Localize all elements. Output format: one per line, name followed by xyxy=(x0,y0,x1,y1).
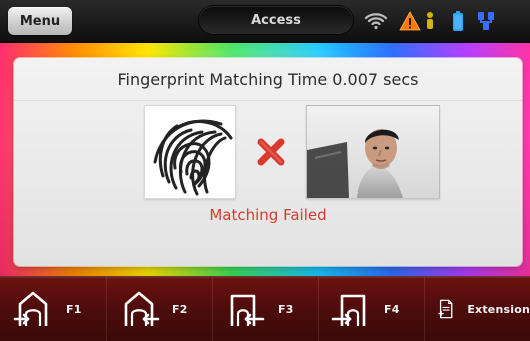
door-exit-icon xyxy=(230,294,265,326)
match-images-row xyxy=(14,105,522,202)
captured-photo xyxy=(306,105,440,199)
door-enter-icon xyxy=(331,294,366,326)
f3-label: F3 xyxy=(278,302,294,316)
extension-button[interactable]: Extension xyxy=(424,277,530,341)
matching-result-panel: Fingerprint Matching Time 0.007 secs Mat… xyxy=(14,58,522,266)
menu-button[interactable]: Menu xyxy=(8,7,72,35)
fingerprint-icon xyxy=(145,106,235,198)
document-plus-icon xyxy=(438,299,453,319)
person-icon xyxy=(427,12,433,29)
status-icons xyxy=(356,9,526,33)
f2-label: F2 xyxy=(172,302,188,316)
matching-time-text: Fingerprint Matching Time 0.007 secs xyxy=(14,58,522,101)
person-photo-icon xyxy=(307,106,439,198)
fingerprint-image xyxy=(144,105,236,199)
f4-label: F4 xyxy=(384,302,400,316)
door-exit-up-icon xyxy=(124,291,160,326)
matching-status-text: Matching Failed xyxy=(209,206,327,224)
top-status-bar: Menu Access xyxy=(0,0,530,43)
f1-button[interactable]: F1 xyxy=(0,277,107,341)
f3-button[interactable]: F3 xyxy=(212,277,319,341)
screen-title: Access xyxy=(199,6,353,34)
door-enter-up-icon xyxy=(13,291,48,326)
f1-label: F1 xyxy=(66,302,82,316)
f2-button[interactable]: F2 xyxy=(106,277,213,341)
extension-label: Extension xyxy=(467,302,530,316)
battery-icon xyxy=(453,11,463,31)
network-icon xyxy=(478,12,494,30)
match-failed-x-icon xyxy=(257,138,285,166)
function-key-bar: F1 F2 F3 F4 Extension xyxy=(0,276,530,341)
wifi-icon xyxy=(364,13,388,30)
f4-button[interactable]: F4 xyxy=(318,277,425,341)
